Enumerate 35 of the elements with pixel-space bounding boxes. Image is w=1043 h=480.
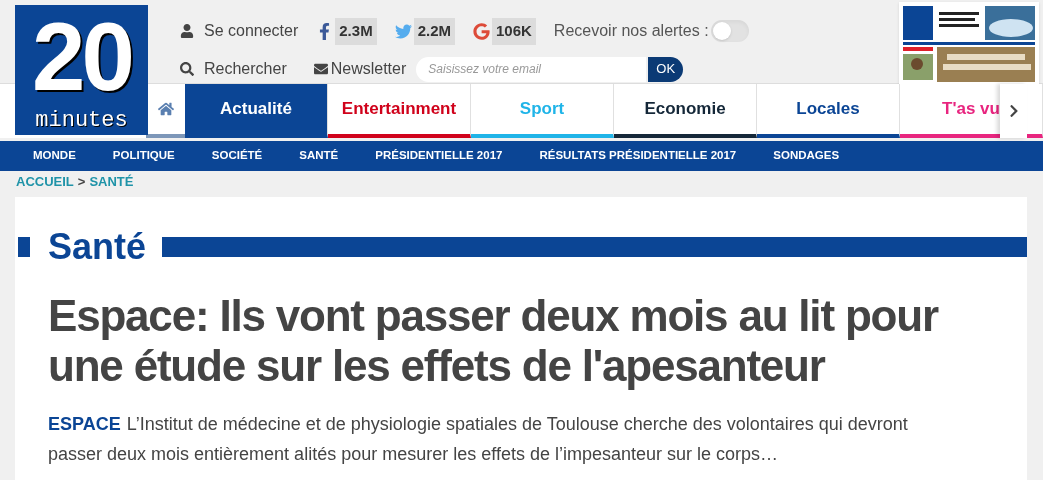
- section-link[interactable]: MONDE: [33, 147, 76, 165]
- ok-button[interactable]: OK: [648, 56, 684, 82]
- envelope-icon: [312, 62, 329, 76]
- section-marker: [18, 237, 30, 257]
- search-link[interactable]: Rechercher: [204, 57, 287, 81]
- alerts-toggle[interactable]: [710, 20, 749, 43]
- login-link[interactable]: Se connecter: [204, 19, 299, 44]
- nav-tab[interactable]: Actualité: [185, 84, 328, 138]
- chevron-right-icon: [1007, 104, 1020, 118]
- search-icon[interactable]: [180, 62, 194, 76]
- home-icon: [157, 101, 174, 117]
- section-link[interactable]: POLITIQUE: [112, 147, 175, 165]
- section-link[interactable]: SANTÉ: [299, 147, 339, 165]
- email-field[interactable]: Saisissez votre email: [416, 56, 647, 82]
- section-link[interactable]: SONDAGES: [773, 147, 840, 165]
- logo[interactable]: 20 minutes: [15, 5, 148, 135]
- article-headline[interactable]: Espace: Ils vont passer deux mois au lit pour une étude sur les effets de l'apesanteur: [48, 291, 968, 391]
- section-link[interactable]: SOCIÉTÉ: [211, 147, 263, 165]
- follower-count: 2.3M: [335, 18, 377, 45]
- nav-tab[interactable]: Economie: [614, 84, 757, 138]
- follower-count: 2.2M: [413, 18, 455, 45]
- user-icon: [180, 24, 194, 39]
- alerts-label: Recevoir nos alertes :: [553, 21, 709, 42]
- newsletter-label: Newsletter: [330, 59, 407, 79]
- follower-count: 106K: [492, 18, 536, 45]
- section-link[interactable]: RÉSULTATS PRÉSIDENTIELLE 2017: [539, 147, 737, 165]
- nav-tab[interactable]: Entertainment: [328, 84, 471, 138]
- breadcrumb-separator: >: [77, 173, 86, 192]
- bird-icon[interactable]: [394, 22, 412, 40]
- next-button[interactable]: [1000, 84, 1027, 138]
- google-icon[interactable]: [473, 22, 490, 40]
- section-link[interactable]: PRÉSIDENTIELLE 2017: [375, 147, 503, 165]
- nav-tab[interactable]: Locales: [757, 84, 900, 138]
- section-title: Santé: [48, 227, 147, 267]
- article-summary: ESPACE L’Institut de médecine et de physiologie spatiales de Toulouse cherche des volontaires qui devront passer deux mois entièrement alités pour mesurer les effets de l’impesanteur sur le corps…: [48, 413, 909, 466]
